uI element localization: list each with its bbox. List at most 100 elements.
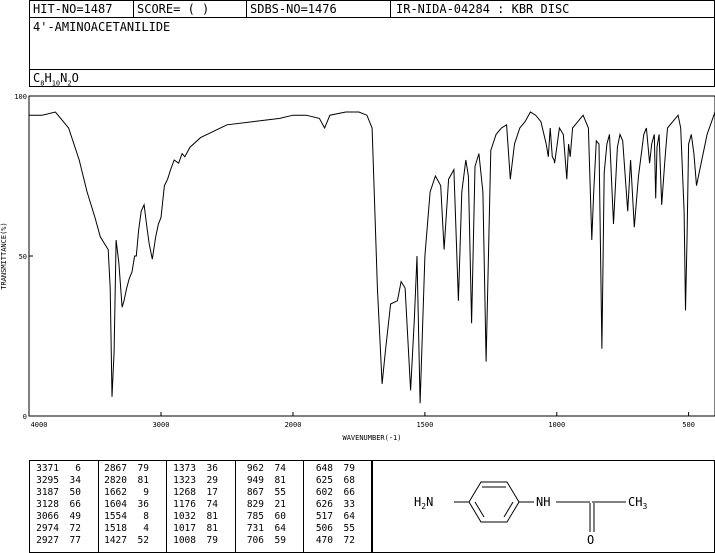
peak-transmittance: 8 bbox=[143, 511, 149, 522]
peak-wavenumber: 949 bbox=[246, 475, 264, 486]
peak-wavenumber: 1017 bbox=[173, 523, 196, 534]
plot-frame bbox=[28, 95, 715, 417]
peak-column: 2867 79 2820 81 1662 9 1604 36 1554 8 1518 4 1427 52 bbox=[101, 463, 149, 547]
peak-row: 1032 81 bbox=[170, 511, 218, 523]
peak-wavenumber: 3187 bbox=[36, 487, 59, 498]
peak-row: 2974 72 bbox=[33, 523, 81, 535]
peak-row: 962 74 bbox=[238, 463, 286, 475]
peak-row: 625 68 bbox=[307, 475, 355, 487]
peak-col-divider-4 bbox=[303, 460, 304, 553]
peak-wavenumber: 1427 bbox=[104, 535, 127, 546]
spectrum-line bbox=[29, 111, 715, 404]
peak-wavenumber: 3295 bbox=[36, 475, 59, 486]
peak-wavenumber: 3371 bbox=[36, 463, 59, 474]
peak-wavenumber: 829 bbox=[246, 499, 264, 510]
peak-column: 1373 36 1323 29 1268 17 1176 74 1032 81 1017 81 1008… bbox=[170, 463, 218, 547]
peak-row: 1554 8 bbox=[101, 511, 149, 523]
peak-row: 506 55 bbox=[307, 523, 355, 535]
peak-transmittance: 64 bbox=[274, 523, 286, 534]
peak-transmittance: 79 bbox=[343, 463, 355, 474]
peak-wavenumber: 962 bbox=[246, 463, 264, 474]
peak-column: 962 74 949 81 867 55 829 21 785 60 731 64 706 59 bbox=[238, 463, 286, 547]
peak-wavenumber: 506 bbox=[315, 523, 333, 534]
peak-transmittance: 60 bbox=[274, 511, 286, 522]
peak-column: 648 79 625 68 602 66 626 33 517 64 506 55 470 72 bbox=[307, 463, 355, 547]
peak-wavenumber: 1554 bbox=[104, 511, 127, 522]
peak-wavenumber: 1323 bbox=[173, 475, 196, 486]
peak-row: 3128 66 bbox=[33, 499, 81, 511]
peak-wavenumber: 1518 bbox=[104, 523, 127, 534]
peak-wavenumber: 1176 bbox=[173, 499, 196, 510]
peak-row: 470 72 bbox=[307, 535, 355, 547]
peak-row: 3295 34 bbox=[33, 475, 81, 487]
peak-transmittance: 66 bbox=[69, 499, 81, 510]
chemical-structure: H2N NH O CH3 bbox=[414, 481, 647, 547]
peak-wavenumber: 1604 bbox=[104, 499, 127, 510]
peak-row: 867 55 bbox=[238, 487, 286, 499]
peak-row: 1008 79 bbox=[170, 535, 218, 547]
x-tick-label: 4000 bbox=[31, 421, 48, 429]
peak-row: 1662 9 bbox=[101, 487, 149, 499]
peak-wavenumber: 1268 bbox=[173, 487, 196, 498]
peak-transmittance: 72 bbox=[343, 535, 355, 546]
peak-wavenumber: 626 bbox=[315, 499, 333, 510]
peak-wavenumber: 785 bbox=[246, 511, 264, 522]
y-axis: 100 50 0 bbox=[14, 93, 33, 421]
peak-transmittance: 55 bbox=[343, 523, 355, 534]
peak-wavenumber: 3066 bbox=[36, 511, 59, 522]
peak-transmittance: 81 bbox=[206, 523, 218, 534]
peak-row: 1176 74 bbox=[170, 499, 218, 511]
peak-row: 1323 29 bbox=[170, 475, 218, 487]
peak-row: 1268 17 bbox=[170, 487, 218, 499]
peak-row: 731 64 bbox=[238, 523, 286, 535]
peak-wavenumber: 648 bbox=[315, 463, 333, 474]
peak-transmittance: 59 bbox=[274, 535, 286, 546]
peak-row: 1518 4 bbox=[101, 523, 149, 535]
x-axis-label: WAVENUMBER(-1) bbox=[342, 434, 401, 442]
peak-wavenumber: 517 bbox=[315, 511, 333, 522]
peak-row: 602 66 bbox=[307, 487, 355, 499]
peak-transmittance: 81 bbox=[137, 475, 149, 486]
peak-row: 1373 36 bbox=[170, 463, 218, 475]
x-tick-label: 2000 bbox=[285, 421, 302, 429]
peak-transmittance: 36 bbox=[206, 463, 218, 474]
oxygen-label: O bbox=[587, 533, 594, 547]
peak-row: 648 79 bbox=[307, 463, 355, 475]
peak-transmittance: 77 bbox=[69, 535, 81, 546]
peak-row: 2820 81 bbox=[101, 475, 149, 487]
x-axis: 4000 3000 2000 1500 1000 500 bbox=[28, 412, 695, 429]
peak-transmittance: 81 bbox=[206, 511, 218, 522]
peak-transmittance: 36 bbox=[137, 499, 149, 510]
peak-column: 3371 6 3295 34 3187 50 3128 66 3066 49 2974 72 2927 7… bbox=[33, 463, 81, 547]
peak-transmittance: 33 bbox=[343, 499, 355, 510]
peak-row: 1017 81 bbox=[170, 523, 218, 535]
y-tick-label: 100 bbox=[14, 93, 27, 101]
peak-transmittance: 81 bbox=[274, 475, 286, 486]
peak-row: 3371 6 bbox=[33, 463, 81, 475]
nh-label: NH bbox=[536, 495, 550, 509]
peak-row: 2867 79 bbox=[101, 463, 149, 475]
peak-transmittance: 74 bbox=[274, 463, 286, 474]
peak-transmittance: 21 bbox=[274, 499, 286, 510]
peak-transmittance: 55 bbox=[274, 487, 286, 498]
peak-wavenumber: 1008 bbox=[173, 535, 196, 546]
x-tick-label: 3000 bbox=[153, 421, 170, 429]
y-axis-label: TRANSMITTANCE(%) bbox=[0, 222, 8, 289]
peak-transmittance: 49 bbox=[69, 511, 81, 522]
y-tick-label: 0 bbox=[23, 413, 27, 421]
peak-row: 1604 36 bbox=[101, 499, 149, 511]
peak-wavenumber: 470 bbox=[315, 535, 333, 546]
x-tick-label: 500 bbox=[682, 421, 695, 429]
peak-wavenumber: 2867 bbox=[104, 463, 127, 474]
peak-transmittance: 34 bbox=[69, 475, 81, 486]
peak-row: 706 59 bbox=[238, 535, 286, 547]
peak-row: 1427 52 bbox=[101, 535, 149, 547]
peak-col-divider-1 bbox=[98, 460, 99, 553]
x-tick-label: 1500 bbox=[416, 421, 433, 429]
benzene-ring bbox=[468, 481, 520, 523]
methyl-label: CH3 bbox=[628, 495, 647, 511]
peak-wavenumber: 706 bbox=[246, 535, 264, 546]
peak-wavenumber: 1373 bbox=[173, 463, 196, 474]
peak-row: 785 60 bbox=[238, 511, 286, 523]
y-tick-label: 50 bbox=[19, 253, 27, 261]
